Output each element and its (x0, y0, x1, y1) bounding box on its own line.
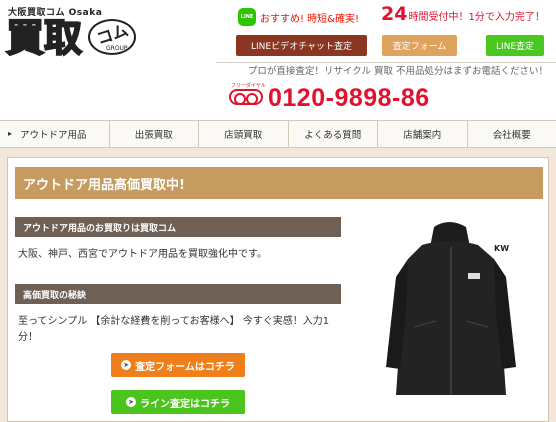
appraisal-form-button[interactable]: 査定フォーム (382, 35, 457, 56)
page-title: アウトドア用品高価買取中! (15, 167, 543, 199)
line-promo: LINE おすすめ! 時短&確実! (238, 8, 359, 26)
jacket-illustration (386, 222, 516, 395)
arrow-circle-icon: ➤ (121, 360, 132, 370)
header-tagline: プロが直接査定！リサイクル 買取 不用品処分はまずお電話ください！ (247, 66, 548, 77)
nav-item-company[interactable]: 会社概要 (467, 121, 556, 147)
nav-item-label: アウトドア用品 (20, 130, 87, 141)
freedial-label: フリーダイヤル (231, 83, 266, 89)
line-appraisal-cta-button[interactable]: ➤ ライン査定はコチラ (111, 390, 245, 414)
logo-main-text: 買取 (5, 15, 83, 61)
line-appraisal-button[interactable]: LINE査定 (486, 35, 544, 56)
cta-label: ライン査定はコチラ (140, 398, 230, 410)
phone-number[interactable]: 0120-9898-86 (268, 84, 430, 113)
nav-item-pickup[interactable]: 出張買取 (109, 121, 199, 147)
jacket-image (356, 217, 543, 399)
hours-text: 時間受付中！1分で入力完了！ (408, 12, 545, 23)
appraisal-form-cta-button[interactable]: ➤ 査定フォームはコチラ (111, 353, 245, 377)
section-text-outdoor: 大阪、神戸、西宮でアウトドア用品を買取強化中です。 (18, 249, 267, 260)
line-promo-text: おすすめ! 時短&確実! (260, 13, 359, 25)
nav-item-faq[interactable]: よくある質問 (288, 121, 378, 147)
image-label: KW (494, 244, 510, 253)
nav-item-shops[interactable]: 店舗案内 (378, 121, 468, 147)
section-text-secret: 至ってシンプル 【余計な経費を削ってお客様へ】 今すぐ実感！入力1分！ (18, 316, 330, 343)
line-icon: LINE (238, 8, 256, 26)
site-logo[interactable]: 大阪買取コム Osaka 買取 コム GROUP (5, 5, 146, 63)
nav-item-store[interactable]: 店頭買取 (199, 121, 289, 147)
arrow-circle-icon: ➤ (126, 397, 136, 407)
content-panel: アウトドア用品高価買取中! アウトドア用品のお買取りは買取コム 大阪、神戸、西宮… (7, 157, 549, 422)
line-video-chat-button[interactable]: LINEビデオチャット査定 (236, 35, 367, 56)
section-heading-secret: 高価買取の秘訣 (15, 284, 341, 304)
site-header: 大阪買取コム Osaka 買取 コム GROUP LINE おすすめ! 時短&確… (0, 0, 556, 122)
content-area: アウトドア用品高価買取中! アウトドア用品のお買取りは買取コム 大阪、神戸、西宮… (0, 148, 556, 422)
cta-label: 査定フォームはコチラ (135, 361, 235, 373)
hours-notice: 24 時間受付中！1分で入力完了！ (381, 3, 545, 25)
hours-number: 24 (381, 3, 408, 25)
nav-item-outdoor[interactable]: ▸ アウトドア用品 (0, 121, 110, 147)
chevron-right-icon: ▸ (8, 129, 13, 138)
main-nav: ▸ アウトドア用品 出張買取 店頭買取 よくある質問 店舗案内 会社概要 (0, 120, 556, 148)
freedial-icon (229, 89, 263, 105)
section-heading-outdoor: アウトドア用品のお買取りは買取コム (15, 217, 341, 237)
logo-group-text: GROUP (106, 45, 128, 52)
